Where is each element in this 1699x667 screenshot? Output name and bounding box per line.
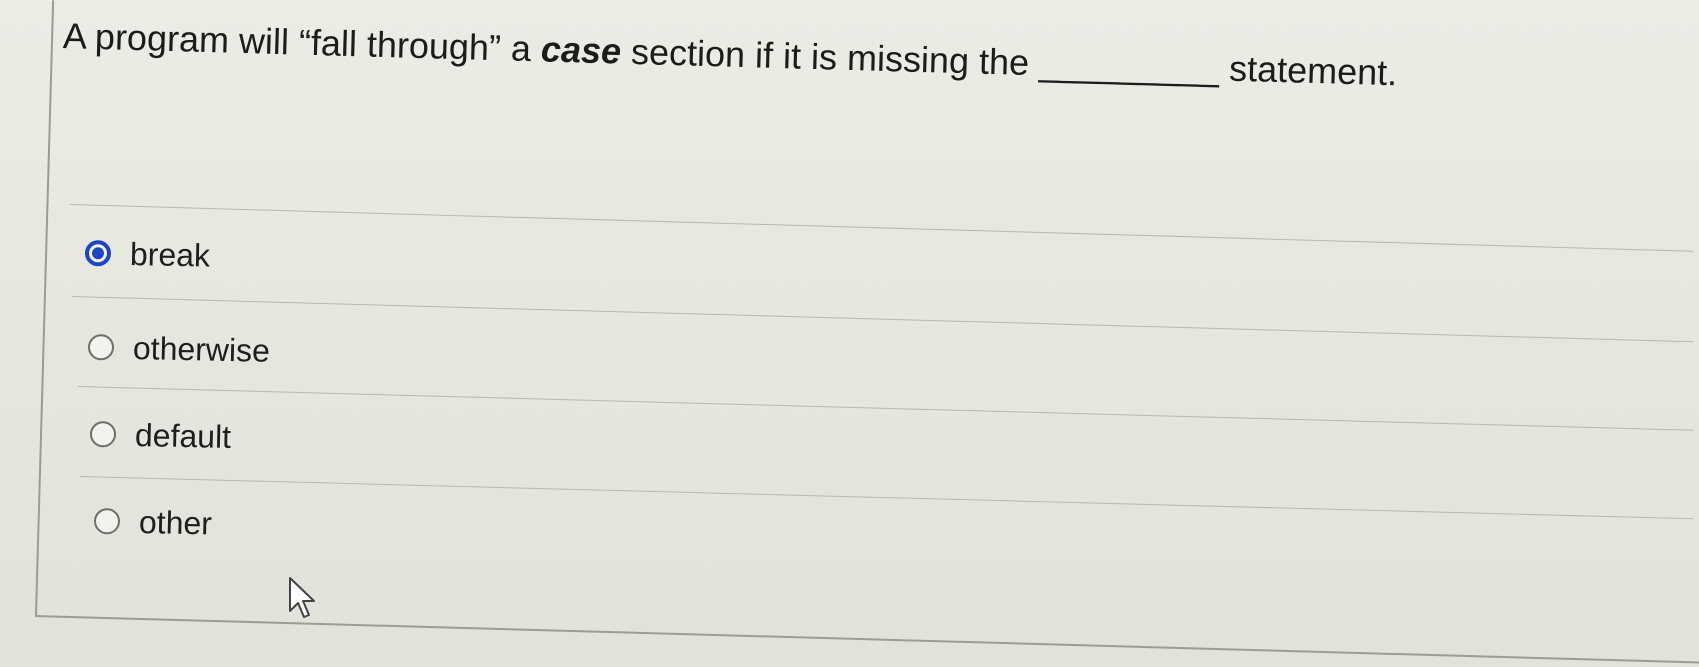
radio-dot-icon (91, 247, 105, 260)
mouse-pointer-icon (289, 577, 315, 618)
option-label-otherwise[interactable]: otherwise (133, 330, 271, 369)
question-emphasis: case (540, 28, 622, 72)
question-text-end: statement. (1218, 47, 1398, 94)
option-break[interactable]: break (84, 235, 211, 274)
radio-default[interactable] (89, 421, 117, 448)
question-blank: _________ (1038, 42, 1220, 89)
option-label-break[interactable]: break (130, 236, 211, 274)
radio-otherwise[interactable] (87, 334, 115, 361)
radio-break[interactable] (84, 240, 112, 267)
question-card (34, 0, 1699, 665)
option-other[interactable]: other (93, 503, 213, 542)
option-label-other[interactable]: other (139, 504, 213, 542)
option-default[interactable]: default (89, 416, 232, 455)
radio-other[interactable] (93, 508, 121, 535)
option-label-default[interactable]: default (135, 417, 232, 455)
option-otherwise[interactable]: otherwise (87, 329, 271, 369)
